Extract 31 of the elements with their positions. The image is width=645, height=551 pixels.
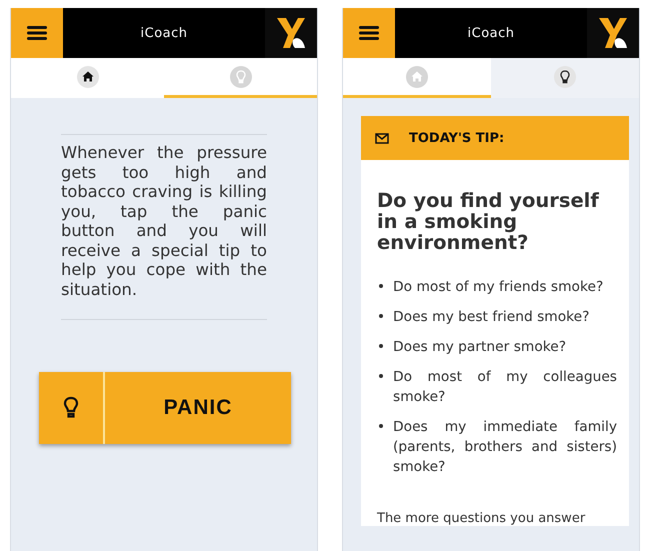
panic-description: Whenever the pressure gets too high and tobacco craving is killing you, tap the panic button and you will receive a special tip to help you cope with the situation. [61, 143, 267, 299]
bullet-icon [379, 344, 383, 348]
tip-tab[interactable] [491, 58, 639, 98]
lightbulb-icon [554, 66, 576, 88]
home-icon [76, 66, 98, 88]
logo-icon [276, 16, 306, 50]
question-item: Does my best friend smoke? [393, 308, 590, 327]
panic-button[interactable]: PANIC [39, 372, 291, 444]
menu-button[interactable] [343, 8, 395, 58]
bullet-icon [379, 424, 383, 428]
app-title: iCoach [140, 26, 188, 40]
menu-icon [27, 25, 47, 41]
question-item: Does my immediate family (parents, brothers and sisters) smoke? [393, 418, 617, 477]
question-item: Do most of my friends smoke? [393, 278, 604, 297]
envelope-icon [375, 132, 389, 144]
question-item: Does my partner smoke? [393, 338, 566, 357]
lightbulb-icon [230, 66, 252, 88]
question-item: Do most of my colleagues smoke? [393, 368, 617, 407]
tip-text: The more questions you answer [377, 511, 586, 526]
tip-heading: TODAY'S TIP: [409, 130, 504, 146]
menu-button[interactable] [11, 8, 63, 58]
bullet-icon [379, 314, 383, 318]
menu-icon [359, 25, 379, 41]
lightbulb-icon [63, 396, 79, 420]
bullet-icon [379, 374, 383, 378]
tip-title: Do you find yourself in a smoking environment? [377, 190, 600, 253]
logo-icon [598, 16, 628, 50]
bullet-icon [379, 284, 383, 288]
app-title: iCoach [466, 26, 516, 40]
tip-tab[interactable] [164, 58, 317, 98]
home-icon [406, 66, 428, 88]
